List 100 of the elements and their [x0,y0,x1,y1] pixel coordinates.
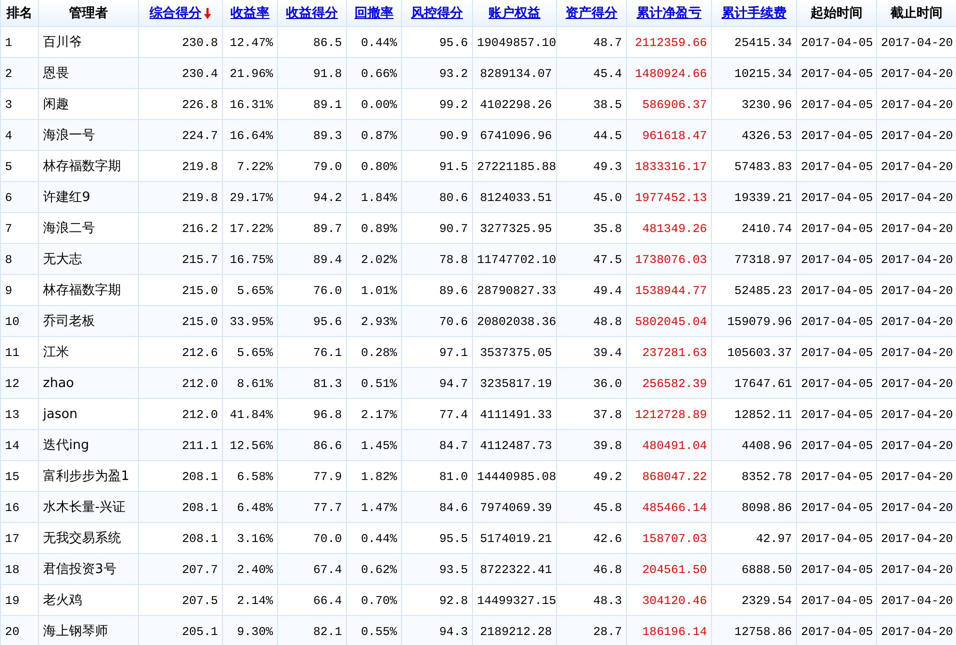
table-cell: 7 [5,222,12,236]
table-cell: 9 [5,284,12,298]
table-cell: 84.6 [439,500,468,514]
table-cell: 乔司老板 [43,314,95,329]
table-cell: 89.6 [439,284,468,298]
table-cell: 94.2 [313,190,342,204]
table-cell: 2017-04-05 [801,222,874,236]
table-cell: 0.51% [360,376,397,390]
table-cell: jason [43,406,78,422]
table-cell: 2017-04-20 [881,222,954,236]
table-cell: 17647.61 [734,376,792,390]
table-cell: zhao [43,376,74,390]
table-cell: 1480924.66 [634,66,707,80]
table-cell: 2 [5,66,12,80]
table-cell: 78.8 [439,252,468,266]
table-cell: 3 [5,98,12,112]
table-cell: 1.45% [360,438,397,452]
table-cell: 2329.54 [742,594,792,608]
table-cell: 961618.47 [642,128,707,142]
table-cell: 226.8 [182,98,218,112]
table-cell: 93.5 [439,562,468,576]
table-cell: 6.58% [236,470,273,484]
table-cell: 4408.96 [742,438,792,452]
table-cell: 2017-04-20 [881,160,954,174]
table-cell: 47.5 [593,252,622,266]
table-cell: 33.95% [230,314,273,328]
table-cell: 48.3 [593,594,622,608]
table-cell: 5.65% [236,346,273,360]
table-cell: 老火鸡 [43,593,82,608]
table-cell: 2017-04-20 [881,500,954,514]
table-cell: 1738076.03 [634,252,707,266]
table-cell: 77.4 [439,408,468,422]
table-cell: 94.7 [439,376,468,390]
table-cell: 13 [5,408,20,422]
table-cell: 富利步步为盈1 [43,469,130,484]
table-cell: 2017-04-05 [801,438,874,452]
table-cell: 212.0 [182,376,218,390]
table-cell: 0.44% [360,36,397,50]
table-cell: 304120.46 [642,594,707,608]
table-cell: 216.2 [182,222,218,236]
table-cell: 211.1 [182,438,218,452]
table-cell: 0.62% [360,562,397,576]
table-cell: 79.0 [313,160,342,174]
table-cell: 86.6 [313,438,342,452]
table-cell: 6 [5,190,12,204]
table-cell: 许建红9 [43,190,90,205]
table-cell: 林存福数字期 [43,159,121,174]
table-cell: 208.1 [182,470,218,484]
table-cell: 0.66% [360,66,397,80]
table-cell: 38.5 [593,98,622,112]
table-cell: 2.02% [360,252,397,266]
table-cell: 16.31% [230,98,273,112]
table-cell: 0.44% [360,532,397,546]
table-cell: 江米 [43,345,69,360]
table-cell: 52485.23 [734,284,792,298]
table-cell: 215.0 [182,314,218,328]
table-cell: 44.5 [593,128,622,142]
table-cell: 93.2 [439,66,468,80]
column-header: 排名 [6,5,32,22]
table-cell: 2017-04-20 [881,98,954,112]
table-cell: 45.0 [593,190,622,204]
table-cell: 2.40% [236,562,273,576]
table-cell: 219.8 [182,160,218,174]
table-cell: 45.8 [593,500,622,514]
table-cell: 0.28% [360,346,397,360]
table-cell: 207.5 [182,594,218,608]
table-cell: 1.47% [360,500,397,514]
table-cell: 19049857.10 [477,36,556,50]
table-cell: 86.5 [313,36,342,50]
table-cell: 224.7 [182,128,218,142]
table-cell: 2017-04-20 [881,562,954,576]
table-cell: 1212728.89 [634,408,707,422]
table-cell: 2017-04-05 [801,532,874,546]
table-cell: 91.5 [439,160,468,174]
table-cell: 迭代ing [43,438,90,453]
table-cell: 81.0 [439,470,468,484]
table-cell: 0.00% [360,98,397,112]
table-cell: 2017-04-20 [881,532,954,546]
table-cell: 水木长量-兴证 [43,500,126,515]
table-cell: 212.6 [182,346,218,360]
table-cell: 2017-04-05 [801,252,874,266]
table-cell: 48.8 [593,314,622,328]
table-cell: 2017-04-05 [801,500,874,514]
table-cell: 0.55% [360,624,397,638]
table-cell: 0.70% [360,594,397,608]
table-cell: 恩畏 [43,66,69,81]
table-cell: 96.8 [313,408,342,422]
table-cell: 3.16% [236,532,273,546]
table-cell: 2017-04-20 [881,376,954,390]
table-cell: 1 [5,36,12,50]
table-cell: 39.8 [593,438,622,452]
table-cell: 16.75% [230,252,273,266]
table-cell: 57483.83 [734,160,792,174]
table-cell: 207.7 [182,562,218,576]
table-cell: 10215.34 [734,66,792,80]
table-cell: 3537375.05 [480,346,552,360]
table-cell: 16.64% [230,128,273,142]
table-cell: 208.1 [182,500,218,514]
table-cell: 82.1 [313,624,342,638]
table-cell: 2017-04-20 [881,190,954,204]
